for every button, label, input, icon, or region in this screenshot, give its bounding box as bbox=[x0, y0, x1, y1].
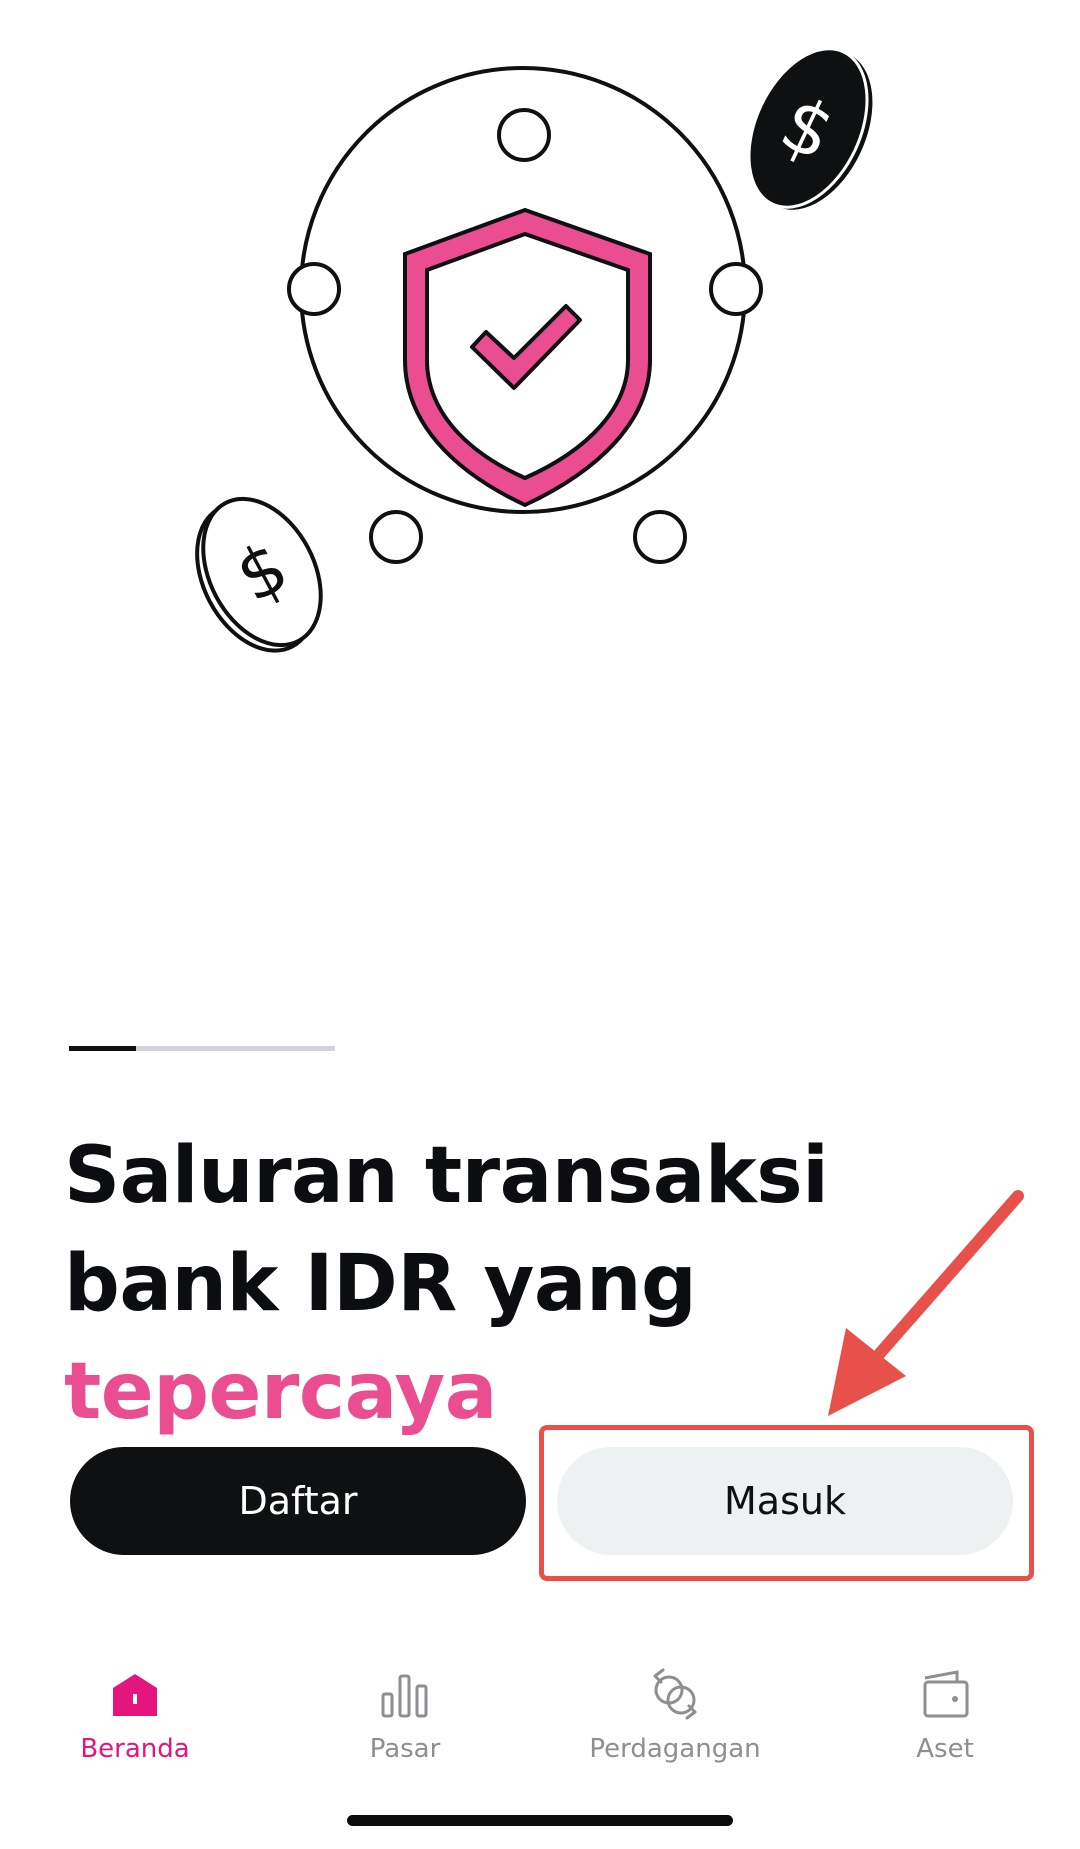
nav-item-market[interactable]: Pasar bbox=[270, 1640, 540, 1770]
shield-icon bbox=[403, 207, 652, 508]
dollar-coin-black-icon: $ bbox=[747, 47, 873, 210]
nav-item-home[interactable]: Beranda bbox=[0, 1640, 270, 1770]
nav-label-trade: Perdagangan bbox=[589, 1734, 761, 1764]
orbit-node-right bbox=[709, 262, 763, 316]
wallet-icon bbox=[923, 1670, 969, 1718]
home-indicator bbox=[347, 1815, 733, 1826]
orbit-node-bottom-right bbox=[633, 510, 687, 564]
bar-chart-icon bbox=[381, 1674, 428, 1718]
security-illustration: $ $ bbox=[195, 47, 873, 653]
nav-label-market: Pasar bbox=[369, 1734, 441, 1764]
bottom-nav: Beranda Pasar Perdagangan Aset bbox=[0, 1640, 1080, 1770]
orbit-node-top bbox=[497, 108, 551, 162]
dollar-coin-white-icon: $ bbox=[195, 496, 323, 653]
login-button-label: Masuk bbox=[724, 1479, 846, 1523]
register-button-label: Daftar bbox=[238, 1479, 358, 1523]
nav-item-assets[interactable]: Aset bbox=[810, 1640, 1080, 1770]
login-button[interactable]: Masuk bbox=[557, 1447, 1013, 1555]
orbit-node-left bbox=[287, 262, 341, 316]
headline-text: Saluran transaksi bank IDR yang bbox=[64, 1131, 829, 1329]
orbit-node-bottom-left bbox=[369, 510, 423, 564]
nav-label-home: Beranda bbox=[80, 1734, 190, 1764]
headline-highlight: tepercaya bbox=[64, 1338, 497, 1446]
nav-item-trade[interactable]: Perdagangan bbox=[540, 1640, 810, 1770]
onboarding-headline: Saluran transaksi bank IDR yang tepercay… bbox=[64, 1122, 1024, 1446]
nav-label-assets: Aset bbox=[916, 1734, 974, 1764]
onboarding-screen: $ $ Saluran transaksi bank IDR yang tepe… bbox=[0, 0, 1080, 1849]
carousel-progress bbox=[69, 1046, 335, 1051]
register-button[interactable]: Daftar bbox=[70, 1447, 526, 1555]
carousel-progress-fill bbox=[69, 1046, 136, 1051]
home-icon bbox=[113, 1674, 157, 1716]
exchange-icon bbox=[653, 1668, 697, 1720]
